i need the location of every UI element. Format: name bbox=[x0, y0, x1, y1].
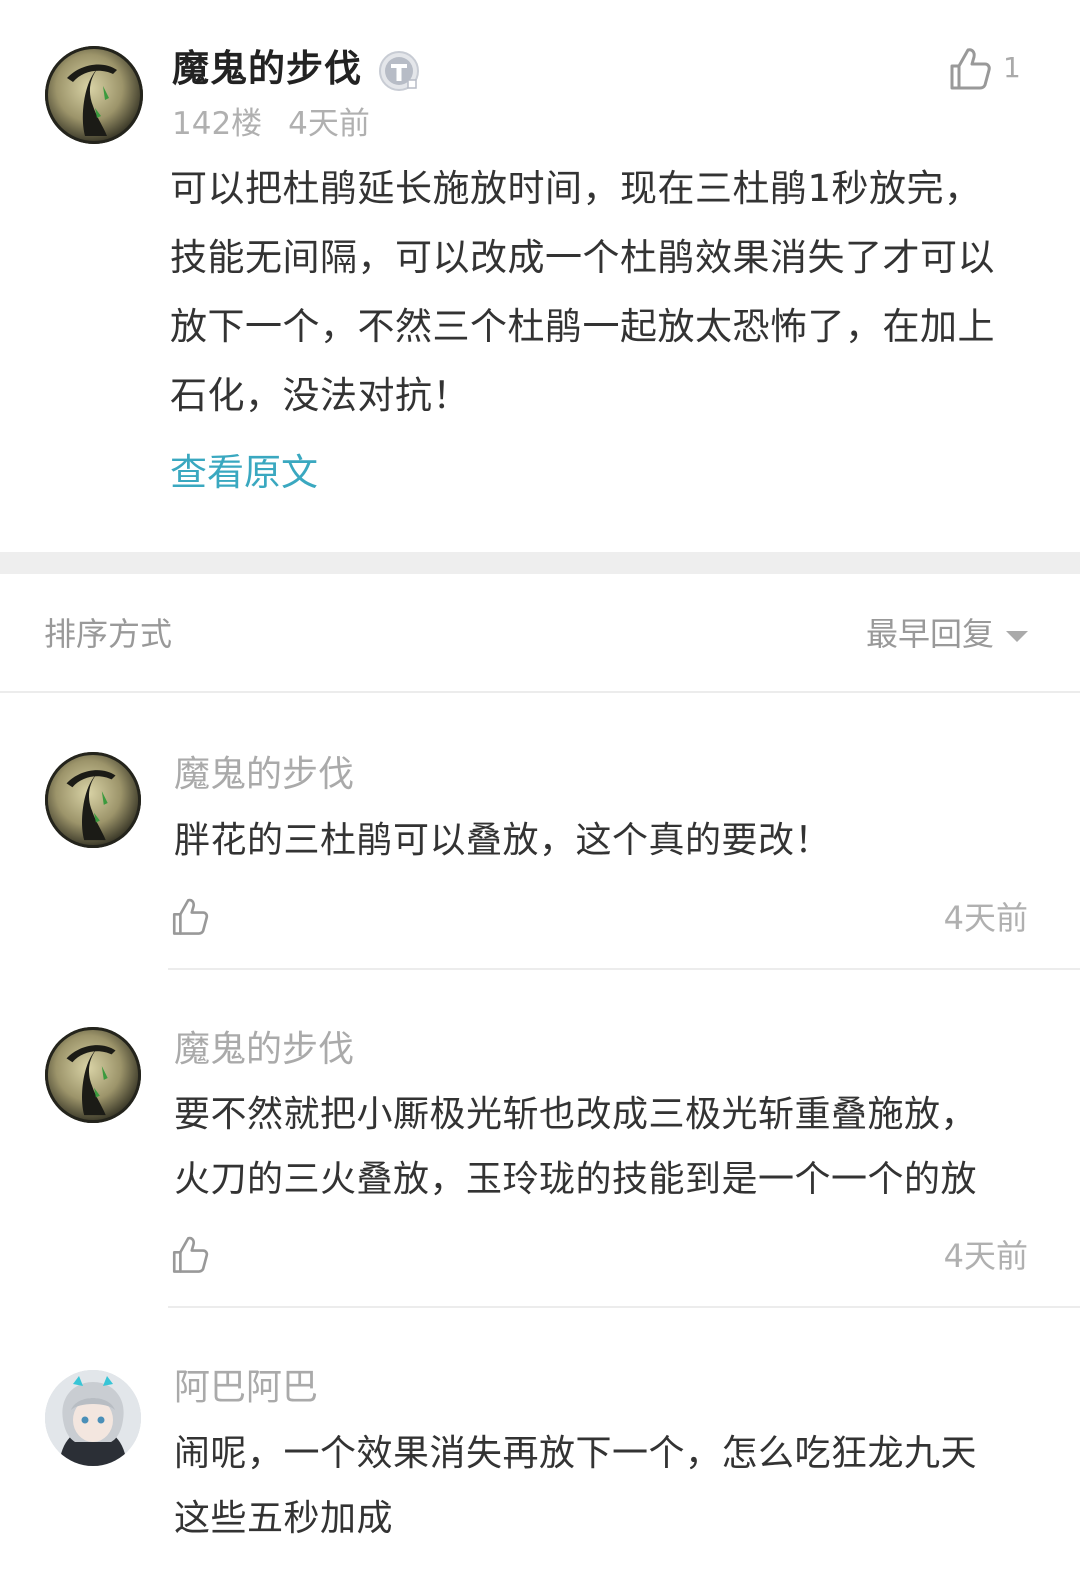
reply-item: 魔鬼的步伐 胖花的三杜鹃可以叠放，这个真的要改！ 4天前 bbox=[0, 692, 1080, 970]
reply-avatar[interactable] bbox=[45, 752, 141, 848]
post-meta: 142楼 4天前 bbox=[172, 104, 370, 144]
reply-author-name[interactable]: 魔鬼的步伐 bbox=[174, 1027, 354, 1073]
reply-like-button[interactable] bbox=[170, 895, 210, 937]
reply-text-line: 要不然就把小厮极光斩也改成三极光斩重叠施放， bbox=[174, 1094, 978, 1135]
reply-text: 要不然就把小厮极光斩也改成三极光斩重叠施放， 火刀的三火叠放，玉玲珑的技能到是一… bbox=[174, 1082, 1034, 1212]
reply-time: 4天前 bbox=[943, 899, 1028, 937]
view-original-link[interactable]: 查看原文 bbox=[170, 448, 318, 498]
reply-item: 阿巴阿巴 闹呢，一个效果消失再放下一个，怎么吃狂龙九天 这些五秒加成 bbox=[0, 1308, 1080, 1580]
reply-item: 魔鬼的步伐 要不然就把小厮极光斩也改成三极光斩重叠施放， 火刀的三火叠放，玉玲珑… bbox=[0, 970, 1080, 1308]
post-body-line: 放下一个，不然三个杜鹃一起放太恐怖了，在加上 bbox=[170, 305, 995, 348]
reply-time: 4天前 bbox=[943, 1237, 1028, 1275]
like-button[interactable] bbox=[948, 44, 992, 92]
sort-bar: 排序方式 最早回复 bbox=[0, 574, 1080, 693]
reply-text: 闹呢，一个效果消失再放下一个，怎么吃狂龙九天 这些五秒加成 bbox=[174, 1421, 1034, 1551]
main-post: 魔鬼的步伐 1 142楼 4天前 可以把杜鹃延长施放时间，现在三杜鹃1秒放完， 技… bbox=[0, 0, 1080, 552]
post-body-line: 技能无间隔，可以改成一个杜鹃效果消失了才可以 bbox=[170, 236, 995, 279]
section-separator bbox=[0, 552, 1080, 574]
post-author-name[interactable]: 魔鬼的步伐 bbox=[172, 44, 362, 94]
sort-dropdown[interactable]: 最早回复 bbox=[866, 614, 1028, 654]
post-body-line: 可以把杜鹃延长施放时间，现在三杜鹃1秒放完， bbox=[170, 167, 982, 210]
sort-selected-value: 最早回复 bbox=[865, 615, 994, 653]
reply-author-name[interactable]: 魔鬼的步伐 bbox=[174, 752, 354, 798]
reply-text-line: 火刀的三火叠放，玉玲珑的技能到是一个一个的放 bbox=[174, 1159, 978, 1200]
sort-label: 排序方式 bbox=[44, 615, 173, 653]
reply-text-line: 闹呢，一个效果消失再放下一个，怎么吃狂龙九天 bbox=[174, 1433, 978, 1474]
reply-author-name[interactable]: 阿巴阿巴 bbox=[174, 1365, 318, 1411]
user-avatar[interactable] bbox=[45, 46, 143, 144]
like-count: 1 bbox=[1003, 51, 1021, 84]
reply-avatar[interactable] bbox=[45, 1027, 141, 1123]
caret-down-icon bbox=[1006, 630, 1028, 642]
post-time: 4天前 bbox=[288, 106, 370, 142]
post-body: 可以把杜鹃延长施放时间，现在三杜鹃1秒放完， 技能无间隔，可以改成一个杜鹃效果消… bbox=[170, 154, 1040, 430]
reply-like-button[interactable] bbox=[170, 1233, 210, 1275]
reply-text: 胖花的三杜鹃可以叠放，这个真的要改！ bbox=[174, 808, 1034, 873]
reply-avatar[interactable] bbox=[45, 1370, 141, 1466]
tieba-t-badge-icon bbox=[378, 50, 420, 92]
reply-text-line: 这些五秒加成 bbox=[174, 1498, 394, 1539]
reply-text-line: 胖花的三杜鹃可以叠放，这个真的要改！ bbox=[174, 820, 832, 861]
floor-number: 142楼 bbox=[172, 106, 263, 142]
post-body-line: 石化，没法对抗！ bbox=[170, 374, 470, 417]
